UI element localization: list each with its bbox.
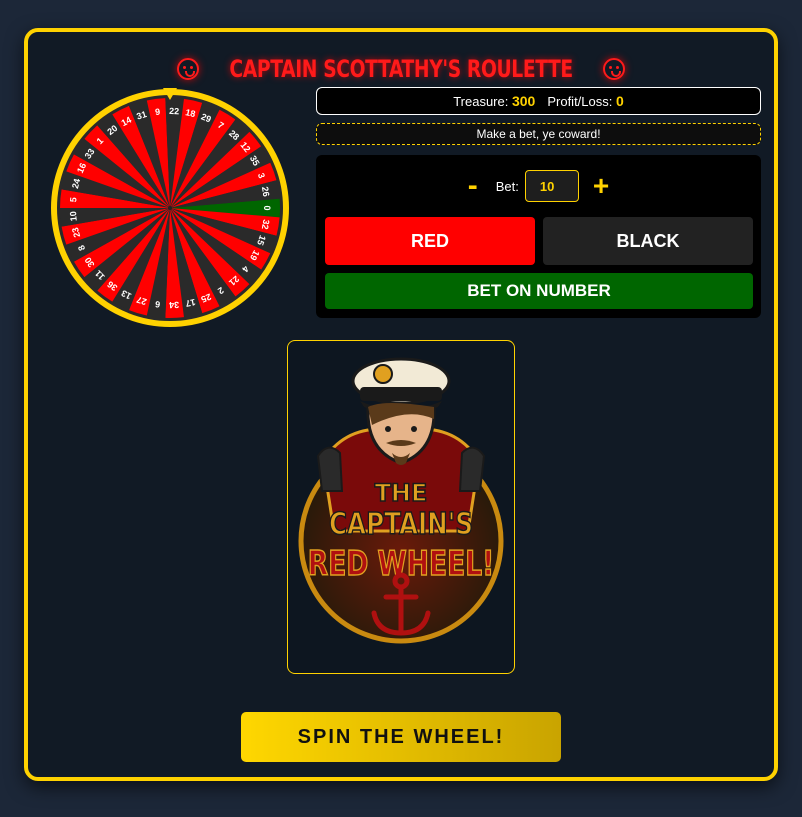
bet-black-button[interactable]: BLACK <box>543 217 753 265</box>
profit-label: Profit/Loss: <box>547 94 613 109</box>
profit-group: Profit/Loss: 0 <box>547 93 623 109</box>
wheel-number: 17 <box>184 297 196 309</box>
bet-decrease-button[interactable]: - <box>468 171 478 201</box>
wheel-number: 0 <box>262 205 272 210</box>
bet-panel: - Bet: + RED BLACK BET ON NUMBER <box>316 155 761 318</box>
logo-text-captains: CAPTAIN'S <box>329 508 473 542</box>
pointer-icon <box>163 88 177 100</box>
page-title: CAPTAIN SCOTTATHY'S ROULETTE <box>229 55 573 83</box>
skull-face-icon <box>176 58 199 80</box>
title-row: CAPTAIN SCOTTATHY'S ROULETTE <box>28 54 774 84</box>
bet-red-button[interactable]: RED <box>325 217 535 265</box>
wheel-hub <box>168 206 172 210</box>
wheel-svg[interactable]: 0321519421225173462713361130823105241633… <box>50 88 290 328</box>
treasure-value: 300 <box>511 93 536 109</box>
wheel-number: 22 <box>169 106 179 116</box>
anchor-icon <box>373 364 393 384</box>
logo-text-the: THE <box>375 479 428 507</box>
wheel-number: 5 <box>68 197 78 203</box>
wheel-number: 34 <box>169 300 179 310</box>
treasure-label: Treasure: <box>453 94 509 109</box>
treasure-group: Treasure: 300 <box>453 93 535 109</box>
wheel-number: 10 <box>68 211 79 222</box>
wheel-number: 26 <box>260 186 272 198</box>
wheel-number: 18 <box>184 107 196 119</box>
status-message: Make a bet, ye coward! <box>316 123 761 145</box>
skull-face-icon <box>603 58 626 80</box>
spin-button[interactable]: SPIN THE WHEEL! <box>241 712 561 762</box>
profit-value: 0 <box>616 93 624 109</box>
bet-row: - Bet: + <box>316 169 761 203</box>
bet-number-button[interactable]: BET ON NUMBER <box>325 273 753 309</box>
bet-label: Bet: <box>495 178 519 194</box>
logo-card: THE CAPTAIN'S RED WHEEL! <box>287 340 515 674</box>
wheel-number: 32 <box>260 219 272 231</box>
logo-text-red-wheel: RED WHEEL! <box>308 545 494 584</box>
captain-logo: THE CAPTAIN'S RED WHEEL! <box>298 357 504 644</box>
roulette-wheel[interactable]: 0 32 15 19 4 21 2 25 17 34 6 27 13 36 11 30 8 23 10 5 24 16 33… <box>50 88 290 328</box>
game-frame: CAPTAIN SCOTTATHY'S ROULETTE 0 32 15 19 4 21 2… <box>24 28 778 781</box>
bet-amount-input[interactable] <box>524 170 579 202</box>
stats-bar: Treasure: 300 Profit/Loss: 0 <box>316 87 761 115</box>
bet-increase-button[interactable]: + <box>593 172 609 200</box>
